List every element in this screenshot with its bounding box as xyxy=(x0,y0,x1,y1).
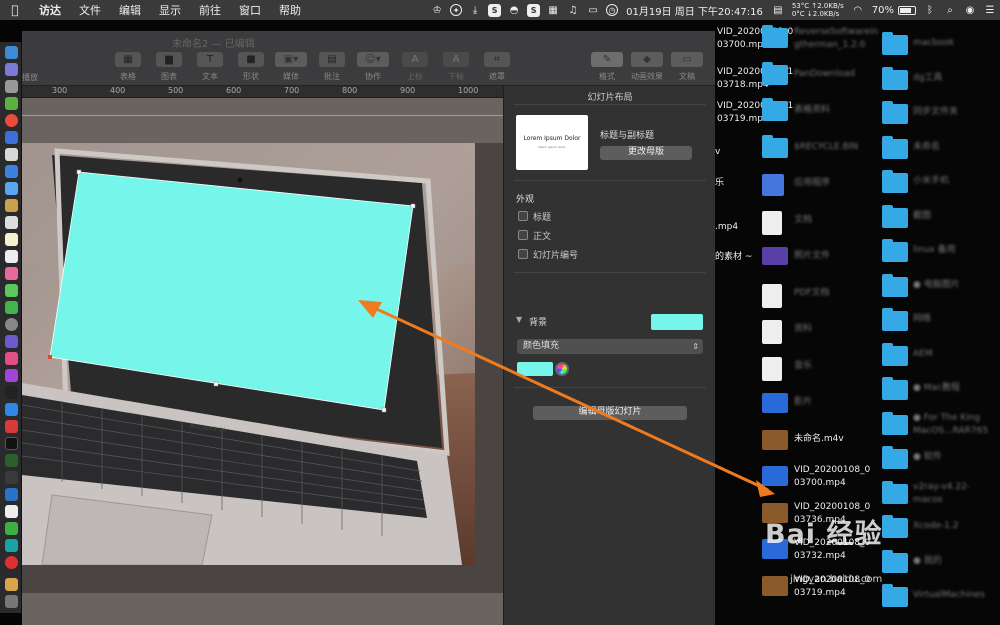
screen:  访达 文件 编辑 显示 前往 窗口 帮助 ♔ ✦ ⤓ S ◓ S ▦ ♫ ▭… xyxy=(0,0,1000,625)
watermark-url: jingyan.baidu.com xyxy=(790,574,883,585)
watermark-logo: Bai 经验 xyxy=(765,519,883,550)
